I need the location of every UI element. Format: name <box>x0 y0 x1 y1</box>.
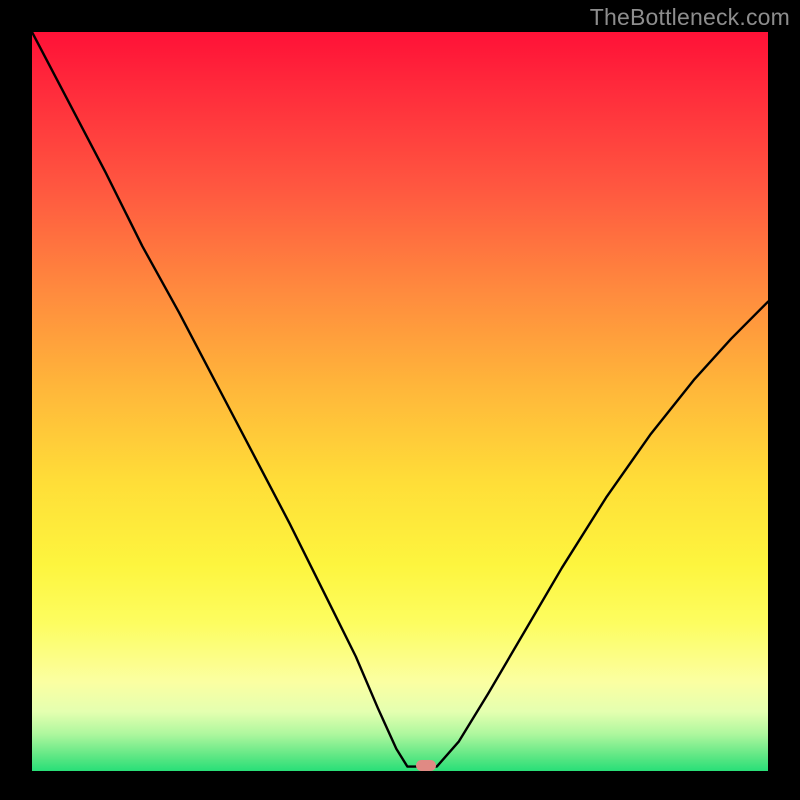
plot-background-gradient <box>32 32 768 771</box>
optimum-marker <box>416 760 436 771</box>
chart-frame: TheBottleneck.com <box>0 0 800 800</box>
watermark-text: TheBottleneck.com <box>590 4 790 31</box>
